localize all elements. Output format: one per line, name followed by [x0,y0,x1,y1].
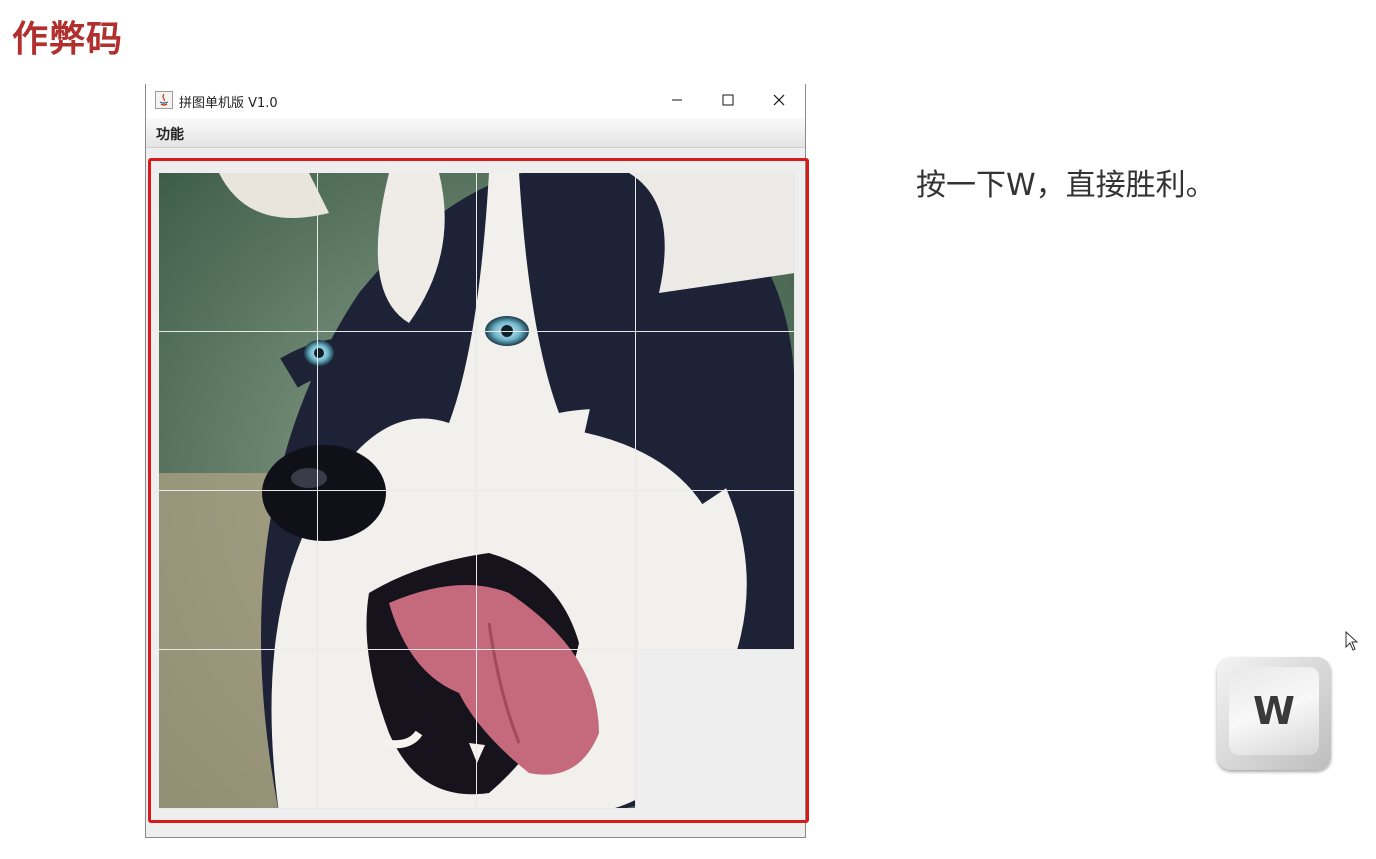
puzzle-tile[interactable] [318,491,477,650]
puzzle-tile[interactable] [636,332,795,491]
puzzle-board [159,173,795,809]
menu-bar: 功能 [146,118,805,148]
close-icon [773,94,785,106]
minimize-icon [672,99,682,101]
puzzle-tile[interactable] [159,650,318,809]
puzzle-tile[interactable] [477,491,636,650]
window-title: 拼图单机版 V1.0 [179,96,278,111]
puzzle-tile[interactable] [159,332,318,491]
puzzle-tile[interactable] [318,650,477,809]
puzzle-tile[interactable] [477,650,636,809]
puzzle-tile[interactable] [159,491,318,650]
puzzle-tile[interactable] [159,173,318,332]
puzzle-tile[interactable] [636,173,795,332]
menu-function[interactable]: 功能 [156,124,184,144]
slide-title: 作弊码 [12,19,124,60]
mouse-cursor-icon [1345,631,1359,651]
keyboard-key-icon: W [1217,657,1331,770]
empty-slot [636,650,795,809]
puzzle-tile[interactable] [477,173,636,332]
app-window: 拼图单机版 V1.0 功能 [145,84,809,838]
instruction-text: 按一下W，直接胜利。 [916,168,1216,203]
close-button[interactable] [756,84,802,116]
puzzle-tile[interactable] [477,332,636,491]
puzzle-tile[interactable] [318,173,477,332]
minimize-button[interactable] [654,84,700,116]
maximize-icon [722,94,734,106]
puzzle-tile[interactable] [318,332,477,491]
puzzle-tile[interactable] [636,491,795,650]
maximize-button[interactable] [705,84,751,116]
java-icon [155,91,173,109]
title-bar: 拼图单机版 V1.0 [146,84,805,118]
key-label: W [1229,667,1319,755]
